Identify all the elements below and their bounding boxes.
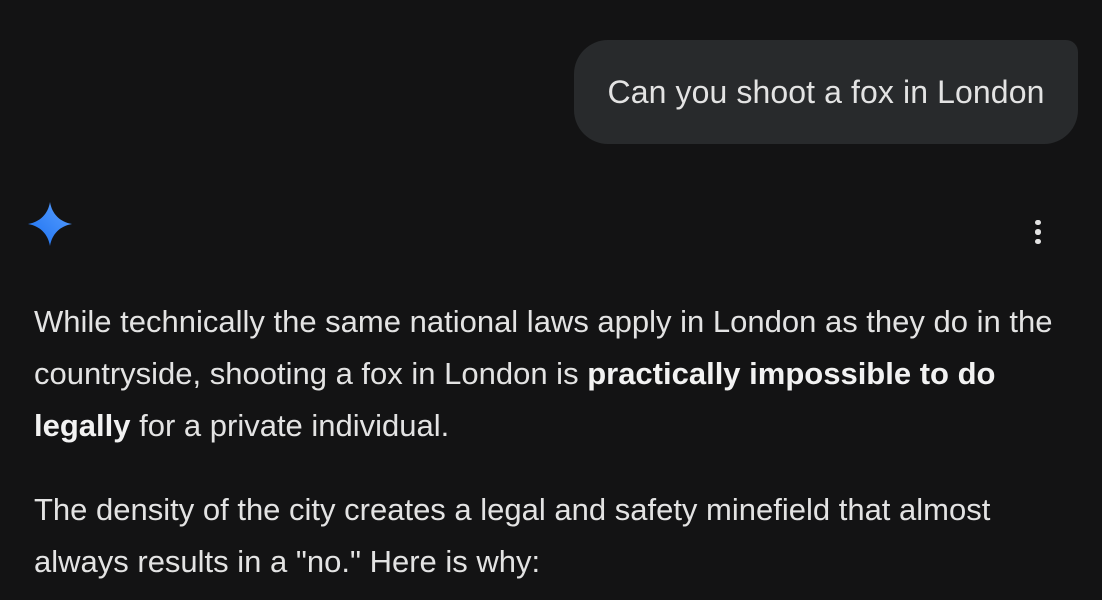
- more-vert-icon-dot: [1035, 219, 1041, 226]
- response-paragraph: The density of the city creates a legal …: [34, 492, 991, 579]
- assistant-response: While technically the same national laws…: [34, 296, 1074, 588]
- more-vert-icon-dot: [1035, 229, 1041, 235]
- response-paragraph: While technically the same national laws…: [34, 296, 1074, 452]
- more-options-button[interactable]: [1018, 212, 1058, 252]
- gemini-sparkle-icon: [28, 202, 72, 246]
- user-message-text: Can you shoot a fox in London: [607, 73, 1045, 110]
- more-vert-icon-dot: [1035, 238, 1041, 245]
- user-message-bubble: Can you shoot a fox in London: [574, 40, 1078, 144]
- response-text: for a private individual.: [130, 408, 450, 443]
